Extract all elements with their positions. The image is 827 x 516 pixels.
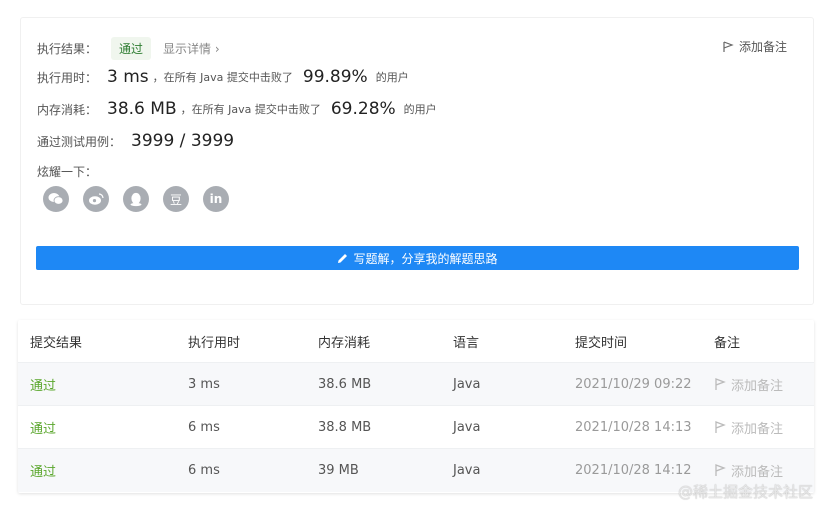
row-note-label: 添加备注	[731, 421, 784, 437]
runtime-row: 执行用时： 3 ms ，在所有 Java 提交中击败了 99.89% 的用户	[37, 67, 409, 87]
memory-percent: 69.28%	[330, 99, 396, 119]
memory-suffix: 的用户	[403, 103, 437, 116]
testcases-row: 通过测试用例： 3999 / 3999	[37, 131, 238, 151]
testcases-value: 3999 / 3999	[131, 131, 235, 151]
row-memory: 38.8 MB	[318, 419, 372, 435]
table-header: 提交结果 执行用时 内存消耗 语言 提交时间 备注	[18, 320, 814, 363]
header-note: 备注	[714, 335, 741, 351]
row-runtime: 6 ms	[188, 419, 220, 435]
submissions-table: 提交结果 执行用时 内存消耗 语言 提交时间 备注 通过 3 ms 38.6 M…	[18, 320, 814, 493]
row-runtime: 6 ms	[188, 463, 220, 478]
row-add-note-button[interactable]: 添加备注	[714, 363, 783, 405]
row-note-label: 添加备注	[731, 378, 784, 394]
runtime-percent: 99.89%	[302, 67, 368, 87]
runtime-label: 执行用时：	[37, 70, 98, 85]
memory-beat-text: ，在所有 Java 提交中击败了	[180, 103, 321, 116]
result-label: 执行结果：	[37, 42, 98, 56]
flag-icon	[715, 464, 726, 476]
share-label-row: 炫耀一下：	[37, 163, 97, 180]
table-row: 通过 6 ms 38.8 MB Java 2021/10/28 14:13 添加…	[18, 406, 814, 449]
row-time: 2021/10/28 14:12	[575, 463, 692, 478]
flag-icon	[715, 420, 726, 433]
douban-icon[interactable]: 豆	[163, 186, 189, 212]
linkedin-icon[interactable]: in	[203, 186, 229, 212]
row-add-note-button[interactable]: 添加备注	[714, 406, 783, 448]
qq-icon[interactable]	[123, 186, 149, 212]
row-status-link[interactable]: 通过	[30, 406, 56, 448]
runtime-beat-text: ，在所有 Java 提交中击败了	[152, 71, 293, 84]
memory-value: 38.6 MB	[107, 99, 177, 119]
testcases-label: 通过测试用例：	[37, 134, 122, 149]
result-status-row: 执行结果： 通过 显示详情 ›	[37, 37, 220, 60]
write-solution-button[interactable]: 写题解，分享我的解题思路	[36, 246, 799, 270]
header-time: 提交时间	[575, 335, 628, 351]
row-runtime: 3 ms	[188, 376, 220, 392]
row-time: 2021/10/28 14:13	[575, 419, 692, 435]
row-language: Java	[453, 463, 481, 478]
show-details-link[interactable]: 显示详情 ›	[163, 40, 220, 57]
header-runtime: 执行用时	[188, 335, 241, 351]
add-note-label: 添加备注	[738, 40, 787, 54]
row-note-label: 添加备注	[731, 465, 784, 480]
header-status: 提交结果	[30, 335, 83, 351]
row-language: Java	[453, 419, 481, 435]
status-badge: 通过	[111, 37, 152, 60]
header-language: 语言	[453, 335, 480, 351]
watermark: @稀土掘金技术社区	[677, 483, 813, 501]
flag-icon	[715, 377, 726, 390]
add-note-button[interactable]: 添加备注	[722, 38, 787, 55]
flag-icon	[723, 40, 734, 52]
runtime-suffix: 的用户	[375, 71, 409, 84]
row-status-link[interactable]: 通过	[30, 363, 56, 405]
row-status-link[interactable]: 通过	[30, 449, 56, 492]
result-card: 执行结果： 通过 显示详情 › 添加备注 执行用时： 3 ms ，在所有 Jav…	[20, 17, 814, 305]
pencil-icon	[338, 253, 348, 263]
wechat-icon[interactable]	[43, 186, 69, 212]
row-memory: 39 MB	[318, 463, 359, 478]
share-buttons: 豆 in	[43, 186, 229, 212]
row-memory: 38.6 MB	[318, 376, 372, 392]
row-time: 2021/10/29 09:22	[575, 376, 692, 392]
weibo-icon[interactable]	[83, 186, 109, 212]
runtime-value: 3 ms	[107, 67, 149, 87]
header-memory: 内存消耗	[318, 335, 371, 351]
share-label: 炫耀一下：	[37, 165, 98, 179]
row-language: Java	[453, 376, 481, 392]
table-row: 通过 3 ms 38.6 MB Java 2021/10/29 09:22 添加…	[18, 363, 814, 406]
memory-row: 内存消耗： 38.6 MB ，在所有 Java 提交中击败了 69.28% 的用…	[37, 99, 437, 119]
write-solution-label: 写题解，分享我的解题思路	[353, 251, 498, 266]
memory-label: 内存消耗：	[37, 102, 98, 117]
